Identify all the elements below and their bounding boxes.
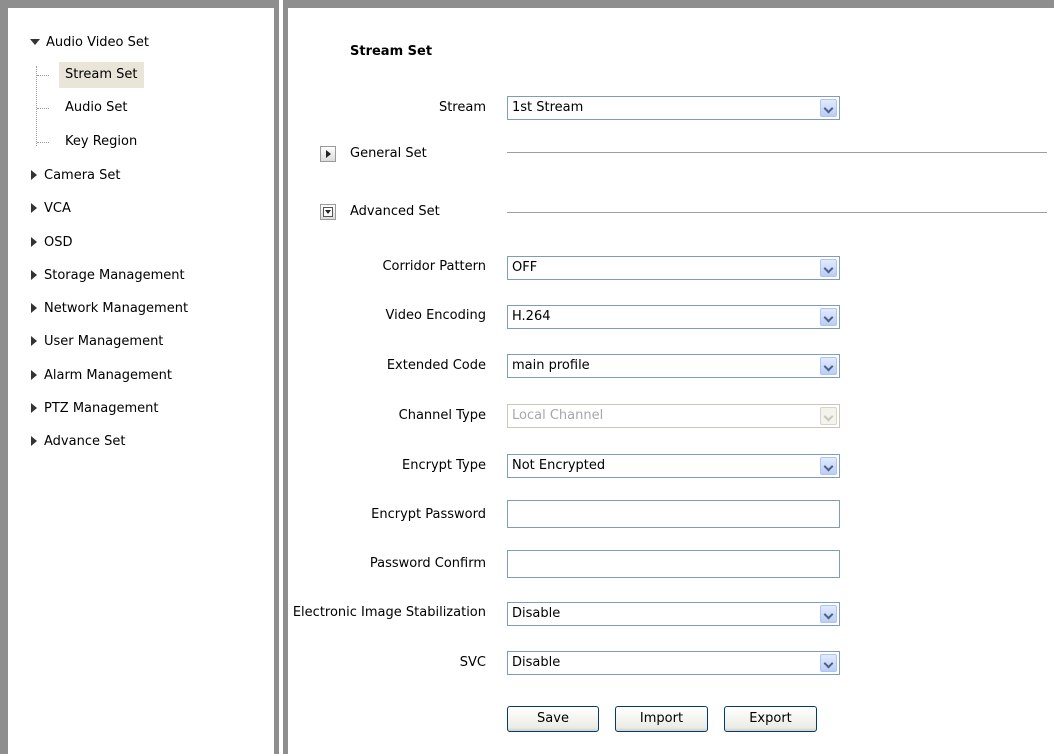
sidebar-item-label: OSD bbox=[44, 235, 73, 250]
sidebar-item-stream-set[interactable]: Stream Set bbox=[59, 62, 144, 88]
tree-connector-line bbox=[37, 142, 49, 143]
sidebar-item-network-management[interactable]: Network Management bbox=[31, 296, 188, 322]
video-encoding-value: H.264 bbox=[512, 309, 551, 324]
frame-splitter[interactable] bbox=[274, 0, 288, 754]
chevron-down-icon[interactable] bbox=[820, 357, 837, 375]
frame-top-border bbox=[0, 0, 1054, 8]
general-set-label: General Set bbox=[350, 146, 427, 161]
eis-select[interactable]: Disable bbox=[507, 602, 840, 626]
advanced-set-divider bbox=[507, 212, 1047, 213]
sidebar-item-label: Network Management bbox=[44, 301, 189, 316]
collapsed-triangle-icon bbox=[31, 236, 37, 247]
chevron-down-icon[interactable] bbox=[820, 457, 837, 475]
chevron-down-icon[interactable] bbox=[820, 605, 837, 623]
tree-node-label: Audio Video Set bbox=[46, 35, 149, 50]
encrypt-password-label: Encrypt Password bbox=[371, 507, 486, 522]
extended-code-select[interactable]: main profile bbox=[507, 354, 840, 378]
stream-select-value: 1st Stream bbox=[512, 100, 584, 115]
expanded-triangle-icon bbox=[30, 38, 40, 45]
tree-connector-line bbox=[36, 66, 37, 146]
sidebar-item-label: Alarm Management bbox=[44, 368, 173, 383]
sidebar-item-advance-set[interactable]: Advance Set bbox=[31, 429, 125, 455]
export-button[interactable]: Export bbox=[724, 706, 817, 732]
encrypt-type-select[interactable]: Not Encrypted bbox=[507, 454, 840, 478]
encrypt-type-value: Not Encrypted bbox=[512, 458, 606, 473]
sidebar-item-camera-set[interactable]: Camera Set bbox=[31, 163, 121, 189]
sidebar-item-user-management[interactable]: User Management bbox=[31, 329, 163, 355]
chevron-down-icon[interactable] bbox=[820, 654, 837, 672]
channel-type-label: Channel Type bbox=[398, 408, 486, 423]
general-set-divider bbox=[507, 152, 1047, 153]
corridor-pattern-label: Corridor Pattern bbox=[382, 259, 486, 274]
collapsed-triangle-icon bbox=[31, 202, 37, 213]
sidebar-item-key-region[interactable]: Key Region bbox=[59, 129, 143, 155]
chevron-down-icon[interactable] bbox=[820, 308, 837, 326]
channel-type-value: Local Channel bbox=[512, 408, 604, 423]
sidebar-item-storage-management[interactable]: Storage Management bbox=[31, 263, 185, 289]
sidebar-item-label: User Management bbox=[44, 334, 164, 349]
sidebar-item-label: Storage Management bbox=[44, 268, 185, 283]
stream-label: Stream bbox=[438, 100, 486, 115]
save-button[interactable]: Save bbox=[507, 706, 599, 732]
sidebar-tree: Audio Video Set Stream Set Audio Set Key… bbox=[8, 8, 274, 754]
sidebar-item-ptz-management[interactable]: PTZ Management bbox=[31, 396, 158, 422]
video-encoding-select[interactable]: H.264 bbox=[507, 305, 840, 329]
video-encoding-label: Video Encoding bbox=[385, 308, 486, 323]
svc-label: SVC bbox=[459, 655, 486, 670]
sidebar-item-label: Camera Set bbox=[44, 168, 121, 183]
collapsed-triangle-icon bbox=[31, 435, 37, 446]
tree-connector-line bbox=[37, 108, 49, 109]
channel-type-select: Local Channel bbox=[507, 404, 840, 428]
password-confirm-label: Password Confirm bbox=[369, 556, 486, 571]
chevron-down-icon[interactable] bbox=[820, 259, 837, 277]
collapsed-triangle-icon bbox=[31, 369, 37, 380]
sidebar-item-osd[interactable]: OSD bbox=[31, 230, 73, 256]
tree-connector-line bbox=[37, 75, 49, 76]
collapsed-triangle-icon bbox=[31, 302, 37, 313]
encrypt-type-label: Encrypt Type bbox=[402, 458, 486, 473]
tree-node-audio-video-set[interactable]: Audio Video Set bbox=[30, 30, 149, 56]
collapsed-triangle-icon bbox=[31, 402, 37, 413]
sidebar-item-label: VCA bbox=[44, 201, 71, 216]
frame-left-border bbox=[0, 0, 8, 754]
svc-select[interactable]: Disable bbox=[507, 651, 840, 675]
eis-value: Disable bbox=[512, 606, 561, 621]
sidebar-item-alarm-management[interactable]: Alarm Management bbox=[31, 363, 172, 389]
collapse-arrow-icon[interactable] bbox=[320, 204, 336, 220]
stream-select[interactable]: 1st Stream bbox=[507, 96, 840, 120]
sidebar-item-label: PTZ Management bbox=[44, 401, 159, 416]
chevron-down-icon bbox=[820, 407, 837, 425]
extended-code-value: main profile bbox=[512, 358, 590, 373]
chevron-down-icon[interactable] bbox=[820, 99, 837, 117]
sidebar-item-label: Advance Set bbox=[44, 434, 126, 449]
svc-value: Disable bbox=[512, 655, 561, 670]
main-panel: Stream Set Stream 1st Stream General Set… bbox=[288, 8, 1054, 754]
page-title: Stream Set bbox=[350, 44, 433, 59]
corridor-pattern-select[interactable]: OFF bbox=[507, 256, 840, 280]
expand-arrow-icon[interactable] bbox=[320, 146, 336, 162]
password-confirm-input[interactable] bbox=[507, 550, 840, 578]
import-button[interactable]: Import bbox=[615, 706, 708, 732]
encrypt-password-input[interactable] bbox=[507, 500, 840, 528]
eis-label: Electronic Image Stabilization bbox=[292, 605, 486, 620]
corridor-pattern-value: OFF bbox=[512, 260, 538, 275]
advanced-set-label: Advanced Set bbox=[350, 204, 440, 219]
collapsed-triangle-icon bbox=[31, 269, 37, 280]
collapsed-triangle-icon bbox=[31, 169, 37, 180]
sidebar-item-audio-set[interactable]: Audio Set bbox=[59, 95, 133, 121]
sidebar-item-vca[interactable]: VCA bbox=[31, 196, 71, 222]
collapsed-triangle-icon bbox=[31, 335, 37, 346]
extended-code-label: Extended Code bbox=[386, 358, 486, 373]
